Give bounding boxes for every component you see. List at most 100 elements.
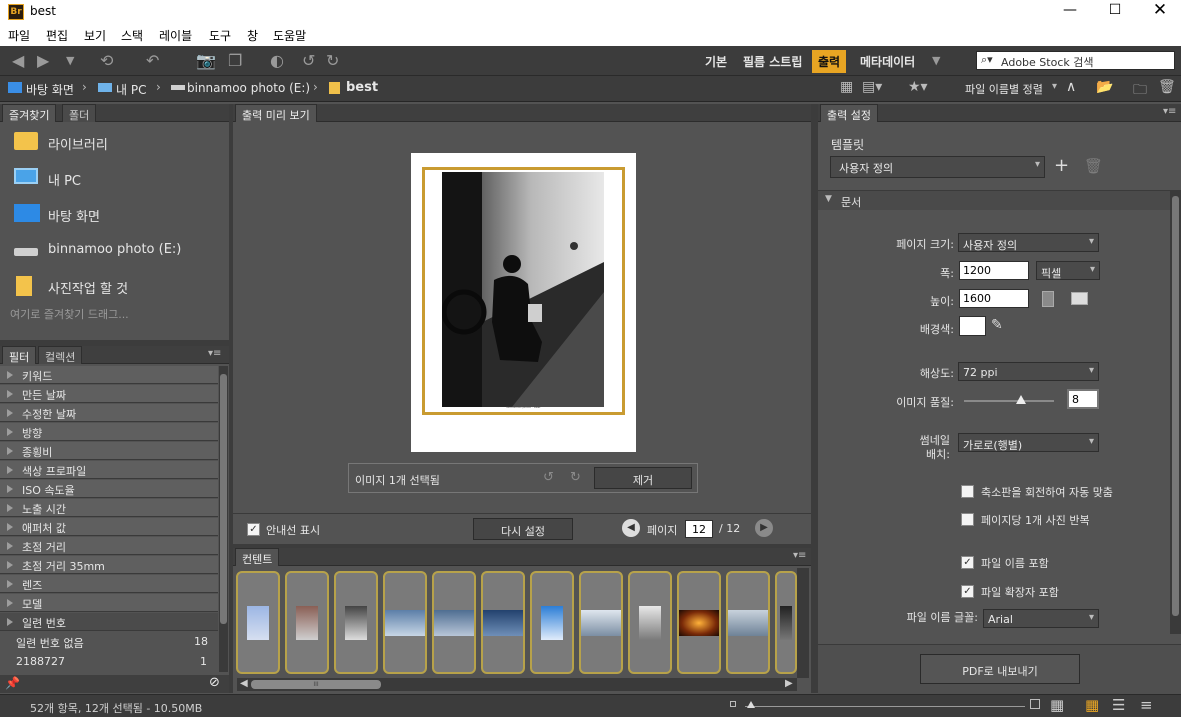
camera-icon[interactable]: 📷 [196, 51, 216, 70]
workspace-basic[interactable]: 기본 [705, 53, 727, 70]
export-pdf-button[interactable]: PDF로 내보내기 [920, 654, 1080, 684]
minimize-button[interactable]: — [1055, 2, 1085, 22]
breadcrumb-pc[interactable]: 내 PC [116, 81, 146, 98]
content-thumbnail[interactable] [383, 571, 427, 674]
workspace-filmstrip[interactable]: 필름 스트립 [743, 53, 802, 70]
filter-iso[interactable]: ISO 속도율 [0, 480, 218, 498]
tab-favorites[interactable]: 즐겨찾기 [2, 104, 57, 122]
page-input[interactable]: 12 [685, 520, 713, 538]
quality-grid-icon[interactable]: ▦ [840, 79, 853, 95]
breadcrumb-desktop[interactable]: 바탕 화면 [26, 81, 74, 98]
filter-color-profile[interactable]: 색상 프로파일 [0, 461, 218, 479]
filename-font-select[interactable]: Arial [983, 609, 1099, 628]
eyedropper-icon[interactable]: ✎ [991, 317, 1003, 333]
previous-page-icon[interactable]: ◀ [622, 519, 640, 537]
panel-splitter[interactable] [811, 104, 818, 693]
filter-date-created[interactable]: 만든 날짜 [0, 385, 218, 403]
new-folder-icon[interactable]: 🗀 [1133, 79, 1147, 103]
content-thumbnail[interactable] [334, 571, 378, 674]
content-hscroll[interactable]: ◀ III ▶ [237, 678, 797, 691]
sort-ascending-icon[interactable]: ∧ [1066, 79, 1076, 95]
rotate-left-icon[interactable]: ↺ [302, 51, 315, 70]
output-scrollbar-thumb[interactable] [1172, 196, 1179, 616]
workspace-output[interactable]: 출력 [812, 50, 847, 73]
favorite-item-folder[interactable]: 사진작업 할 것 [0, 270, 229, 302]
tab-content[interactable]: 컨텐트 [235, 548, 280, 566]
filter-aperture[interactable]: 애퍼처 값 [0, 518, 218, 536]
view-list-icon[interactable]: ≡ [1140, 696, 1153, 714]
include-extension-checkbox[interactable]: ✓ [961, 585, 974, 598]
thumb-layout-select[interactable]: 가로로(행별) [958, 433, 1099, 452]
menu-stack[interactable]: 스택 [121, 27, 143, 44]
return-icon[interactable]: ⟲ [100, 51, 113, 70]
view-options-icon[interactable]: ▤▾ [862, 79, 882, 95]
menu-file[interactable]: 파일 [8, 27, 30, 44]
filter-scrollbar[interactable] [219, 366, 228, 672]
include-filename-checkbox[interactable]: ✓ [961, 556, 974, 569]
document-section-header[interactable]: ▼ 문서 [818, 190, 1170, 210]
content-thumbnail[interactable] [236, 571, 280, 674]
quality-slider[interactable] [964, 395, 1054, 404]
content-thumbnail[interactable] [530, 571, 574, 674]
add-template-icon[interactable]: + [1054, 155, 1069, 176]
tab-collections[interactable]: 컬렉션 [38, 346, 83, 364]
filter-keywords[interactable]: 키워드 [0, 366, 218, 384]
filter-serial-number[interactable]: 일련 번호 [0, 613, 218, 631]
tab-output-settings[interactable]: 출력 설정 [820, 104, 878, 122]
trash-icon[interactable]: 🗑 [1158, 79, 1176, 95]
favorite-item-library[interactable]: 라이브러리 [0, 126, 229, 158]
content-thumbnail[interactable] [775, 571, 797, 674]
workspace-metadata[interactable]: 메타데이터 [860, 53, 915, 70]
menu-view[interactable]: 보기 [84, 27, 106, 44]
quality-slider-thumb[interactable] [1016, 395, 1026, 404]
portrait-icon[interactable] [1042, 291, 1054, 307]
sort-dropdown-icon[interactable]: ▾ [1052, 81, 1057, 92]
panel-splitter[interactable] [233, 544, 811, 548]
hscroll-thumb[interactable]: III [251, 680, 381, 689]
filter-date-modified[interactable]: 수정한 날짜 [0, 404, 218, 422]
star-filter-icon[interactable]: ★▾ [908, 79, 928, 95]
filter-lens[interactable]: 렌즈 [0, 575, 218, 593]
menu-window[interactable]: 창 [247, 27, 258, 44]
breadcrumb-best[interactable]: best [346, 80, 378, 95]
delete-template-icon[interactable]: 🗑 [1084, 157, 1103, 175]
filter-focal-length-35mm[interactable]: 초점 거리 35mm [0, 556, 218, 574]
content-thumbnail[interactable] [726, 571, 770, 674]
favorite-item-pc[interactable]: 내 PC [0, 162, 229, 194]
menu-help[interactable]: 도움말 [273, 27, 306, 44]
next-page-icon[interactable]: ▶ [755, 519, 773, 537]
scroll-left-icon[interactable]: ◀ [240, 678, 248, 689]
pin-icon[interactable]: 📌 [5, 676, 20, 690]
page-size-select[interactable]: 사용자 정의 [958, 233, 1099, 252]
content-thumbnail[interactable] [481, 571, 525, 674]
panel-menu-icon[interactable]: ▾≡ [208, 348, 221, 359]
favorite-item-desktop[interactable]: 바탕 화면 [0, 198, 229, 230]
width-input[interactable]: 1200 [959, 261, 1029, 280]
filter-model[interactable]: 모델 [0, 594, 218, 612]
favorite-item-drive[interactable]: binnamoo photo (E:) [0, 234, 229, 266]
close-button[interactable]: ✕ [1145, 0, 1175, 22]
scroll-right-icon[interactable]: ▶ [785, 678, 793, 689]
filter-focal-length[interactable]: 초점 거리 [0, 537, 218, 555]
filter-orientation[interactable]: 방향 [0, 423, 218, 441]
panel-splitter[interactable] [229, 104, 233, 693]
content-thumbnail[interactable] [628, 571, 672, 674]
background-color-swatch[interactable] [959, 316, 986, 336]
menu-tools[interactable]: 도구 [209, 27, 231, 44]
open-folder-icon[interactable]: 📂 [1096, 79, 1113, 95]
remove-button[interactable]: 제거 [594, 467, 692, 489]
filter-aspect-ratio[interactable]: 종횡비 [0, 442, 218, 460]
forward-icon[interactable]: ▶ [37, 51, 49, 70]
view-details-icon[interactable]: ☰ [1112, 696, 1125, 714]
back-icon[interactable]: ◀ [12, 51, 24, 70]
breadcrumb-drive[interactable]: binnamoo photo (E:) [187, 81, 310, 95]
boomerang-icon[interactable]: ↶ [146, 51, 159, 70]
template-select[interactable]: 사용자 정의 [830, 156, 1045, 178]
workspace-menu-icon[interactable]: ▼ [932, 54, 940, 67]
content-vscroll[interactable] [797, 568, 809, 678]
content-thumbnail[interactable] [285, 571, 329, 674]
rotate-right-icon[interactable]: ↻ [570, 470, 581, 485]
guides-checkbox[interactable]: ✓ [247, 523, 260, 536]
panel-menu-icon[interactable]: ▾≡ [793, 550, 806, 561]
rotate-left-icon[interactable]: ↺ [543, 470, 554, 485]
